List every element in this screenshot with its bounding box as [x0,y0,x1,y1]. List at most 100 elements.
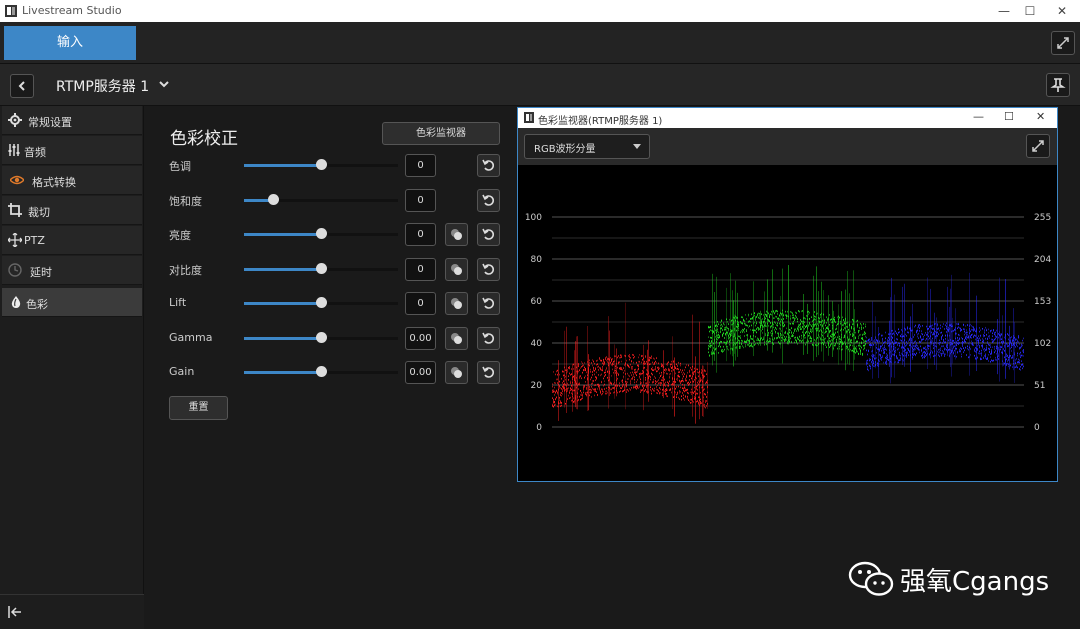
sidebar-item-audio[interactable]: 音频 [2,136,142,165]
window-titlebar: Livestream Studio — ☐ ✕ [0,0,1080,22]
adjust-label: 饱和度 [169,195,202,208]
undo-icon [482,263,494,275]
sidebar-item-label: 延时 [30,266,52,279]
adjust-value-field[interactable]: 0 [405,223,436,246]
slider-thumb[interactable] [316,159,327,170]
pin-icon [1050,78,1066,92]
adjust-slider[interactable] [244,366,398,377]
reset-button[interactable] [477,189,500,212]
window-title: Livestream Studio [22,4,122,17]
tab-input[interactable]: 输入 [4,26,136,60]
pin-button[interactable] [1046,73,1070,97]
adjust-label: Gain [169,365,195,378]
sidebar-item-label: 音频 [24,146,46,159]
adjust-value-field[interactable]: 0 [405,258,436,281]
source-title: RTMP服务器 1 [56,79,150,95]
adjust-value-field[interactable]: 0 [405,154,436,177]
scope-scale-left-label: 60 [531,297,543,307]
clock-icon [8,263,22,277]
slider-fill [244,371,321,374]
monitor-close-button[interactable]: ✕ [1036,110,1045,123]
close-button[interactable]: ✕ [1053,2,1071,20]
color-picker-button[interactable] [445,327,468,350]
minimize-button[interactable]: — [995,2,1013,20]
scope-scale-left-label: 100 [525,213,542,223]
scope-scale-right-label: 153 [1034,297,1051,307]
reset-all-button[interactable]: 重置 [169,396,228,420]
scope-scale-right-label: 102 [1034,339,1051,349]
app-icon [5,5,17,17]
crop-icon [8,203,22,217]
color-picker-button[interactable] [445,258,468,281]
sidebar-item-crop[interactable]: 裁切 [2,196,142,225]
color-picker-button[interactable] [445,361,468,384]
sidebar-item-label: 裁切 [28,206,50,219]
adjust-slider[interactable] [244,332,398,343]
reset-button[interactable] [477,223,500,246]
sidebar-item-delay[interactable]: 延时 [2,256,142,285]
slider-thumb[interactable] [316,332,327,343]
color-picker-button[interactable] [445,223,468,246]
adjust-slider[interactable] [244,159,398,170]
sidebar-item-format[interactable]: 格式转换 [2,166,142,195]
adjust-value-field[interactable]: 0.00 [405,327,436,350]
adjust-value-field[interactable]: 0 [405,189,436,212]
color-circles-icon [451,367,462,378]
source-bar: RTMP服务器 1 [0,64,1080,106]
monitor-titlebar: 色彩监视器(RTMP服务器 1) — ☐ ✕ [518,108,1057,128]
collapse-sidebar-button[interactable] [0,594,144,629]
monitor-minimize-button[interactable]: — [973,110,984,123]
slider-thumb[interactable] [316,263,327,274]
chevron-down-icon[interactable] [158,78,170,90]
sidebar-item-label: 格式转换 [32,176,76,189]
monitor-maximize-button[interactable]: ☐ [1004,110,1014,123]
color-monitor-button[interactable]: 色彩监视器 [382,122,500,145]
slider-fill [244,164,321,167]
color-picker-button[interactable] [445,292,468,315]
adjust-value-field[interactable]: 0 [405,292,436,315]
reset-button[interactable] [477,361,500,384]
adjust-label: 亮度 [169,229,191,242]
reset-button[interactable] [477,154,500,177]
scope-scale-left-label: 0 [536,423,542,433]
adjust-slider[interactable] [244,228,398,239]
adjust-label: Gamma [169,331,213,344]
watermark: 强氧Cgangs [848,559,1049,599]
adjust-slider[interactable] [244,297,398,308]
color-monitor-window: 色彩监视器(RTMP服务器 1) — ☐ ✕ RGB波形分量 100 255 80 2… [517,107,1058,482]
scope-mode-select[interactable]: RGB波形分量 [524,134,650,159]
fullscreen-button[interactable] [1051,31,1075,55]
eye-icon [10,175,24,185]
adjust-slider[interactable] [244,263,398,274]
undo-icon [482,366,494,378]
undo-icon [482,194,494,206]
scope-scale-right-label: 51 [1034,381,1045,391]
slider-thumb[interactable] [316,366,327,377]
maximize-button[interactable]: ☐ [1021,2,1039,20]
adjust-slider[interactable] [244,194,398,205]
settings-sidebar: 常规设置 音频 格式转换 裁切 PTZ 延时 色彩 [0,106,144,629]
chevron-left-icon [18,81,25,91]
scope-scale-left-label: 80 [531,255,543,265]
green-waveform [708,265,866,373]
slider-thumb[interactable] [316,228,327,239]
scope-scale-right-label: 0 [1034,423,1040,433]
sidebar-item-ptz[interactable]: PTZ [2,226,142,255]
sidebar-item-label: 色彩 [26,298,48,311]
slider-thumb[interactable] [316,297,327,308]
scope-scale-right-label: 204 [1034,255,1051,265]
input-bar: 输入 [0,22,1080,64]
reset-button[interactable] [477,258,500,281]
back-button[interactable] [10,74,34,98]
adjust-label: 对比度 [169,264,202,277]
sidebar-item-label: PTZ [24,234,45,247]
watermark-text: 强氧Cgangs [900,567,1050,597]
sidebar-item-general[interactable]: 常规设置 [2,106,142,135]
reset-button[interactable] [477,327,500,350]
monitor-fullscreen-button[interactable] [1026,134,1050,158]
reset-button[interactable] [477,292,500,315]
slider-thumb[interactable] [268,194,280,205]
sidebar-item-color[interactable]: 色彩 [2,288,142,317]
adjust-value-field[interactable]: 0.00 [405,361,436,384]
app-icon [524,112,534,123]
